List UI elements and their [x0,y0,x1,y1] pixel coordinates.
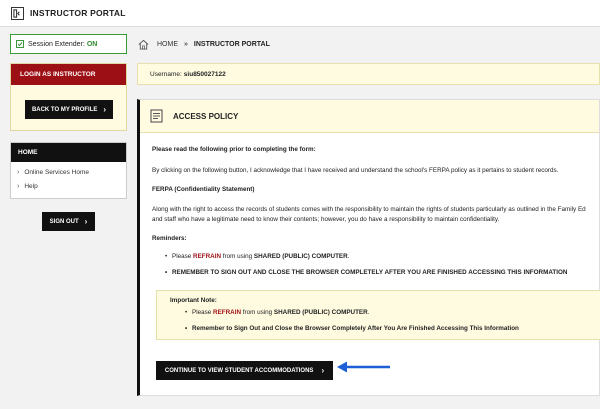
nav-item-help[interactable]: › Help [11,179,126,193]
access-policy-panel: ACCESS POLICY Please read the following … [137,99,600,396]
chevron-right-icon: › [103,105,107,114]
shared-computer-emphasis: SHARED (PUBLIC) COMPUTER [253,253,348,260]
policy-intro: Please read the following prior to compl… [152,146,316,153]
important-note-heading: Important Note: [170,297,217,304]
reminder-text: . [347,253,350,260]
chevron-right-icon: › [17,182,20,190]
session-status: ON [86,40,98,48]
continue-to-accommodations-button[interactable]: CONTINUE TO VIEW STUDENT ACCOMMODATIONS … [156,361,333,380]
note-text: from using [241,309,274,316]
sign-out-label: SIGN OUT [49,218,79,225]
nav-item-label: Online Services Home [24,168,90,176]
sign-out-button[interactable]: SIGN OUT › [42,212,95,231]
session-extender-toggle[interactable]: Session Extender: ON [10,34,127,54]
important-note-box: Important Note: Please REFRAIN from usin… [156,290,600,340]
reminder-text: from using [221,253,254,260]
note-item: Please REFRAIN from using SHARED (PUBLIC… [185,309,370,316]
access-policy-header: ACCESS POLICY [140,100,599,133]
annotation-arrow-icon [337,361,390,373]
ferpa-text-line-2: and staff who have a legitimate need to … [152,216,500,223]
continue-button-label: CONTINUE TO VIEW STUDENT ACCOMMODATIONS [164,367,314,374]
refrain-emphasis: REFRAIN [193,253,222,260]
shared-computer-emphasis: SHARED (PUBLIC) COMPUTER [273,309,368,316]
reminders-heading: Reminders: [152,235,187,242]
breadcrumb-current: INSTRUCTOR PORTAL [193,40,270,48]
portal-title: INSTRUCTOR PORTAL [30,8,126,18]
username-value: siu850027122 [183,70,226,78]
access-policy-title: ACCESS POLICY [173,111,239,121]
nav-item-online-services-home[interactable]: › Online Services Home [11,165,126,179]
reminder-text: Please [172,253,194,260]
note-text: Please [192,309,214,316]
breadcrumb-home-link[interactable]: HOME [157,41,178,48]
document-icon [150,109,163,123]
home-icon[interactable] [138,39,149,50]
note-item: Remember to Sign Out and Close the Brows… [185,325,519,332]
policy-acknowledgement: By clicking on the following button, I a… [152,167,559,174]
home-nav-panel: HOME › Online Services Home › Help [10,142,127,199]
breadcrumb: HOME » INSTRUCTOR PORTAL [138,34,270,54]
portal-logo-icon [11,6,24,20]
reminder-item: REMEMBER TO SIGN OUT AND CLOSE THE BROWS… [165,269,567,276]
nav-item-label: Help [24,182,38,190]
home-heading: HOME [11,143,126,162]
reminder-item: Please REFRAIN from using SHARED (PUBLIC… [165,253,350,260]
ferpa-heading: FERPA (Confidentiality Statement) [152,186,255,193]
username-label: Username: [150,70,182,78]
login-heading: LOGIN AS INSTRUCTOR [11,64,126,85]
top-bar: INSTRUCTOR PORTAL [0,0,600,27]
chevron-right-icon: › [321,366,325,375]
checkbox-icon[interactable] [16,40,24,48]
chevron-right-icon: › [84,217,88,226]
username-bar: Username: siu850027122 [137,63,600,85]
note-text: . [367,309,370,316]
chevron-right-icon: › [17,168,20,176]
session-extender-label: Session Extender: [28,40,85,48]
double-chevron-icon: » [184,40,188,48]
back-to-profile-label: BACK TO MY PROFILE [31,106,98,113]
refrain-emphasis: REFRAIN [213,309,242,316]
ferpa-text-line-1: Along with the right to access the recor… [152,206,586,213]
back-to-profile-button[interactable]: BACK TO MY PROFILE › [25,100,113,119]
login-as-instructor-panel: LOGIN AS INSTRUCTOR BACK TO MY PROFILE › [10,63,127,131]
